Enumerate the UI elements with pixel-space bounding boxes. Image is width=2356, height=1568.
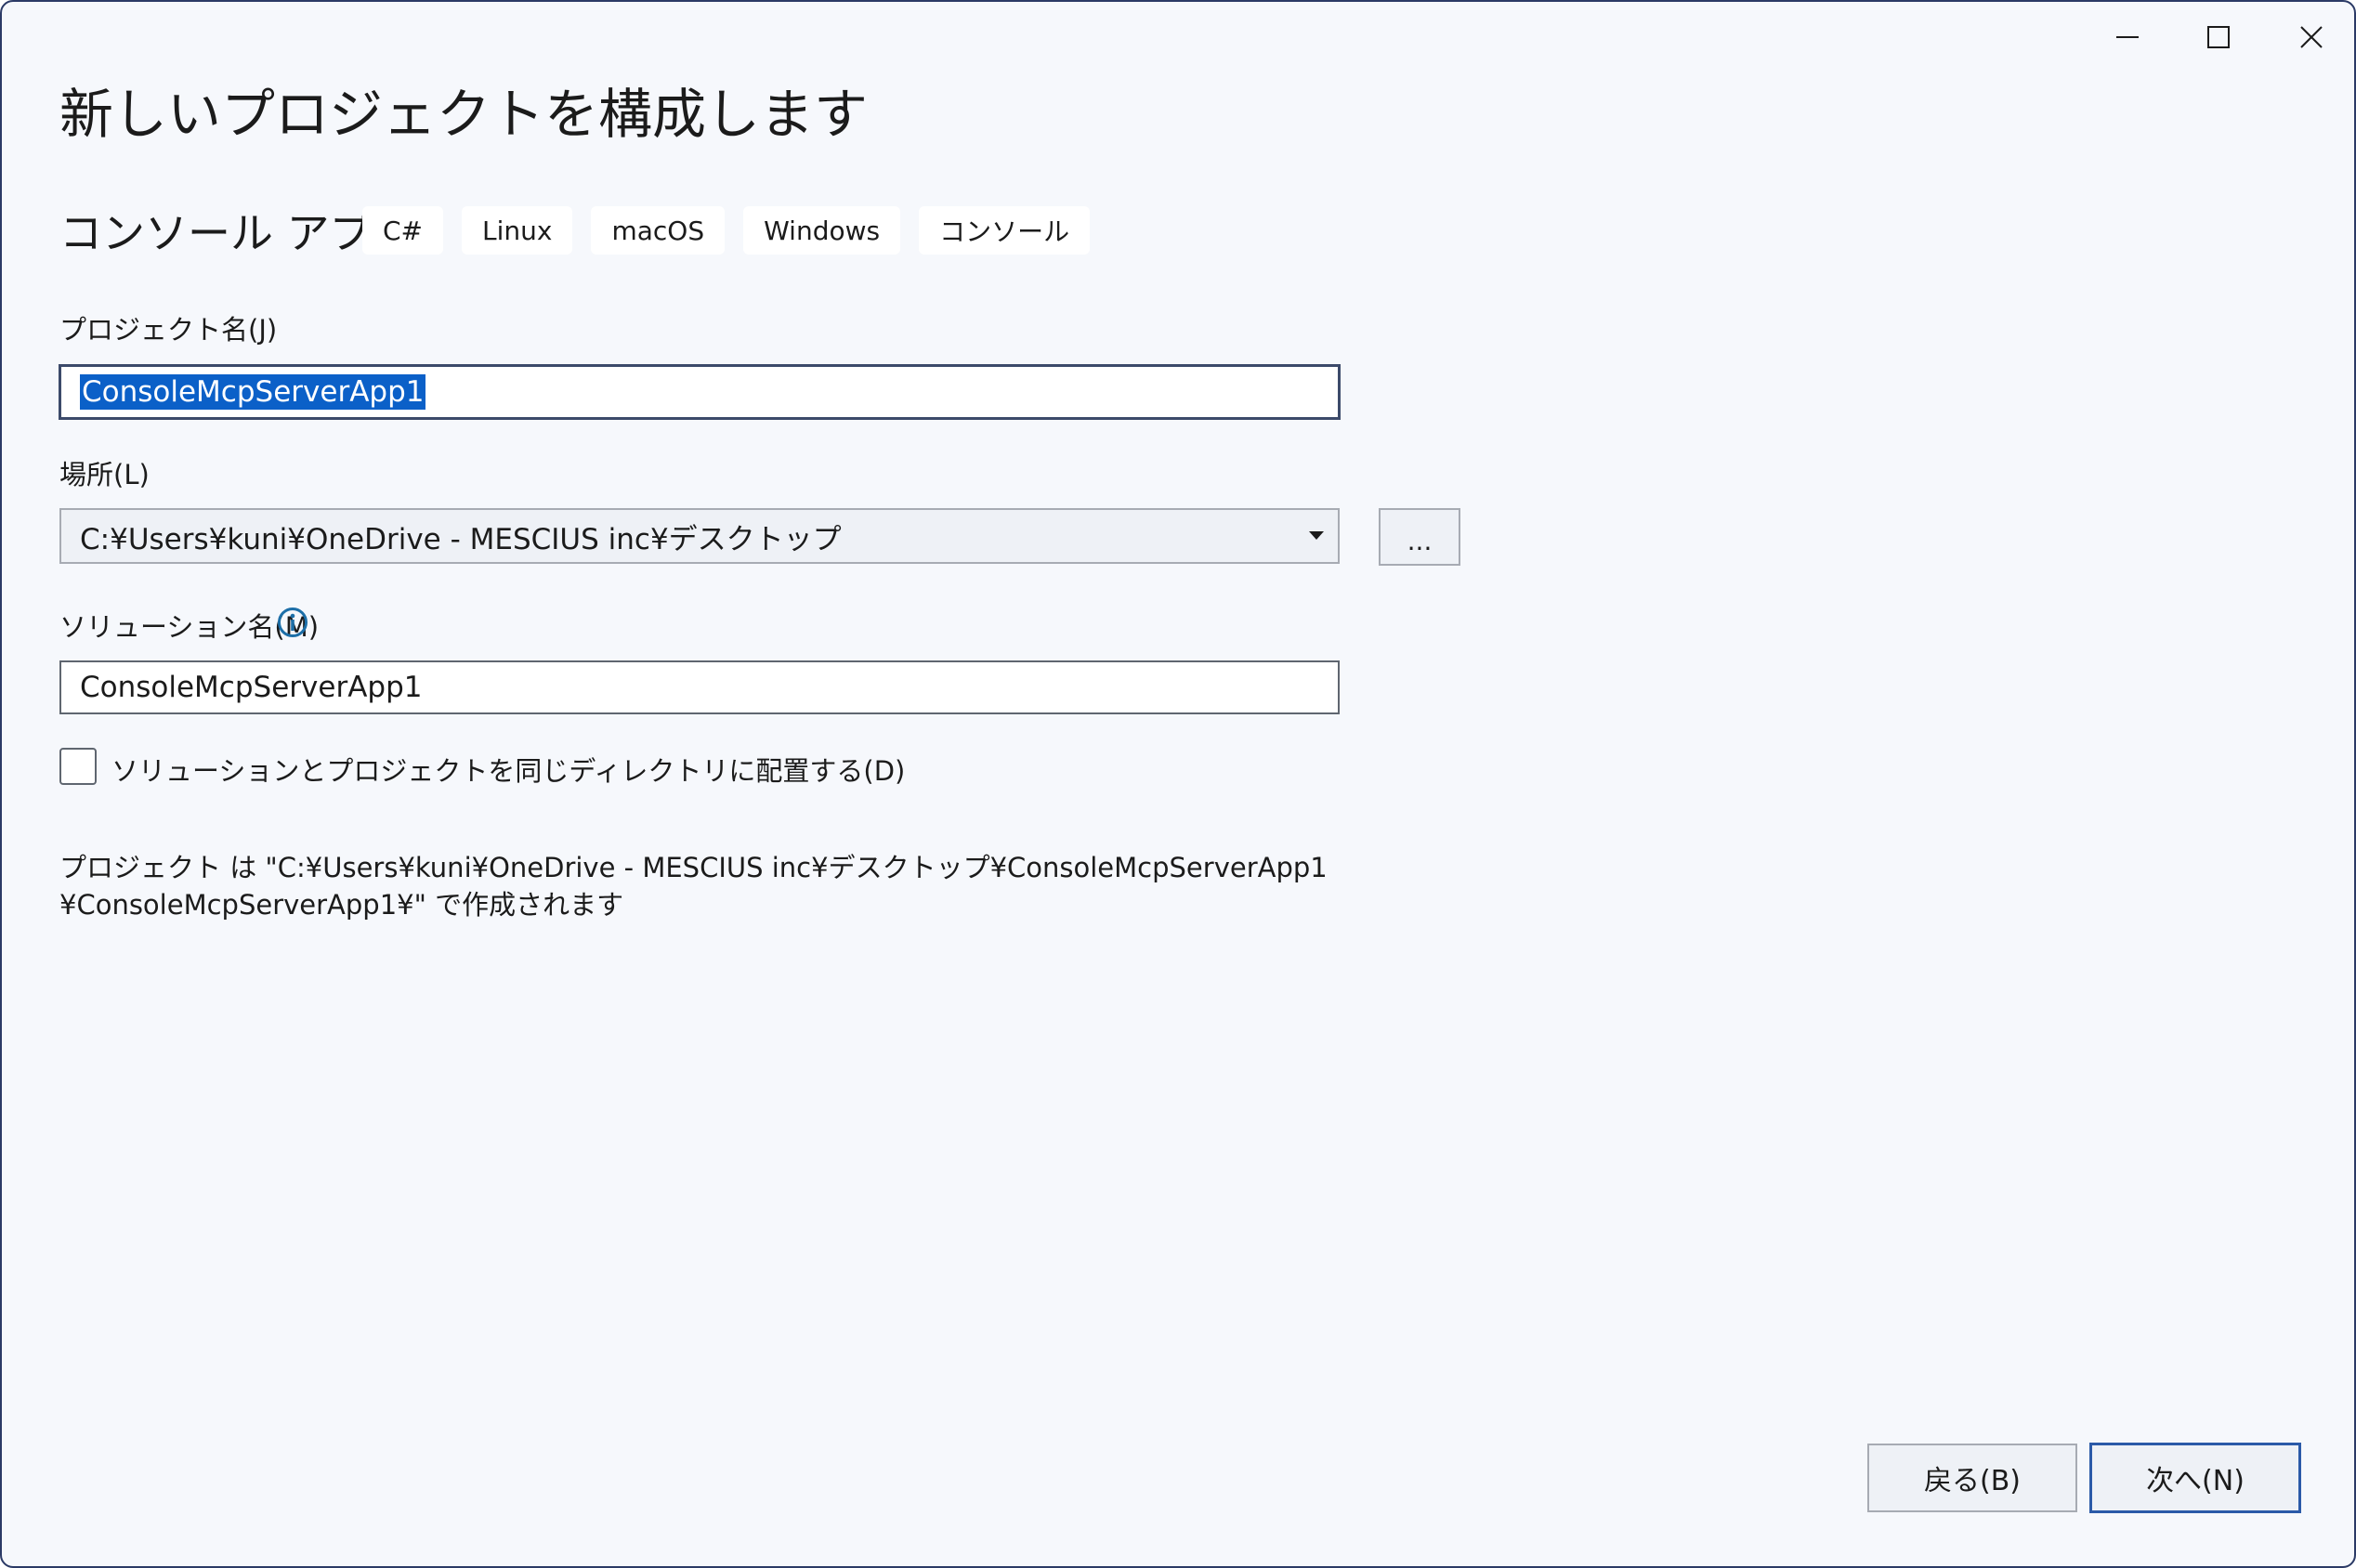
solution-name-value: ConsoleMcpServerApp1 (80, 671, 423, 704)
dialog-window: 新しいプロジェクトを構成します コンソール アプリ C# Linux macOS… (0, 0, 2356, 1568)
browse-button[interactable]: ... (1379, 508, 1460, 566)
project-name-field[interactable]: ConsoleMcpServerApp1 (59, 364, 1341, 420)
tag: C# (362, 206, 444, 255)
solution-name-field[interactable]: ConsoleMcpServerApp1 (59, 660, 1340, 714)
minimize-button[interactable] (2090, 13, 2165, 61)
tag: Windows (743, 206, 901, 255)
chevron-down-icon[interactable] (1302, 510, 1330, 562)
project-name-label: プロジェクト名(J) (59, 314, 278, 346)
page-title: 新しいプロジェクトを構成します (59, 83, 869, 146)
location-value: C:¥Users¥kuni¥OneDrive - MESCIUS inc¥デスク… (80, 522, 842, 556)
tag: macOS (591, 206, 726, 255)
tag: Linux (462, 206, 573, 255)
project-path-line-1: プロジェクト は "C:¥Users¥kuni¥OneDrive - MESCI… (59, 852, 1328, 883)
tag: コンソール (919, 206, 1091, 255)
same-directory-label[interactable]: ソリューションとプロジェクトを同じディレクトリに配置する(D) (111, 750, 905, 789)
close-icon (2298, 24, 2324, 50)
next-button[interactable]: 次へ(N) (2089, 1443, 2301, 1513)
info-icon[interactable] (277, 607, 308, 638)
location-label: 場所(L) (59, 459, 150, 490)
same-directory-checkbox[interactable] (59, 748, 97, 785)
location-combobox[interactable]: C:¥Users¥kuni¥OneDrive - MESCIUS inc¥デスク… (59, 508, 1340, 564)
close-button[interactable] (2274, 13, 2349, 61)
project-path-info: プロジェクト は "C:¥Users¥kuni¥OneDrive - MESCI… (59, 849, 1328, 923)
back-button[interactable]: 戻る(B) (1867, 1444, 2077, 1512)
maximize-button[interactable] (2181, 13, 2256, 61)
minimize-icon (2114, 24, 2140, 50)
project-path-line-2: ¥ConsoleMcpServerApp1¥" で作成されます (59, 889, 624, 921)
maximize-icon (2205, 24, 2232, 50)
template-tags: C# Linux macOS Windows コンソール (362, 206, 1091, 255)
project-name-value: ConsoleMcpServerApp1 (80, 374, 426, 410)
